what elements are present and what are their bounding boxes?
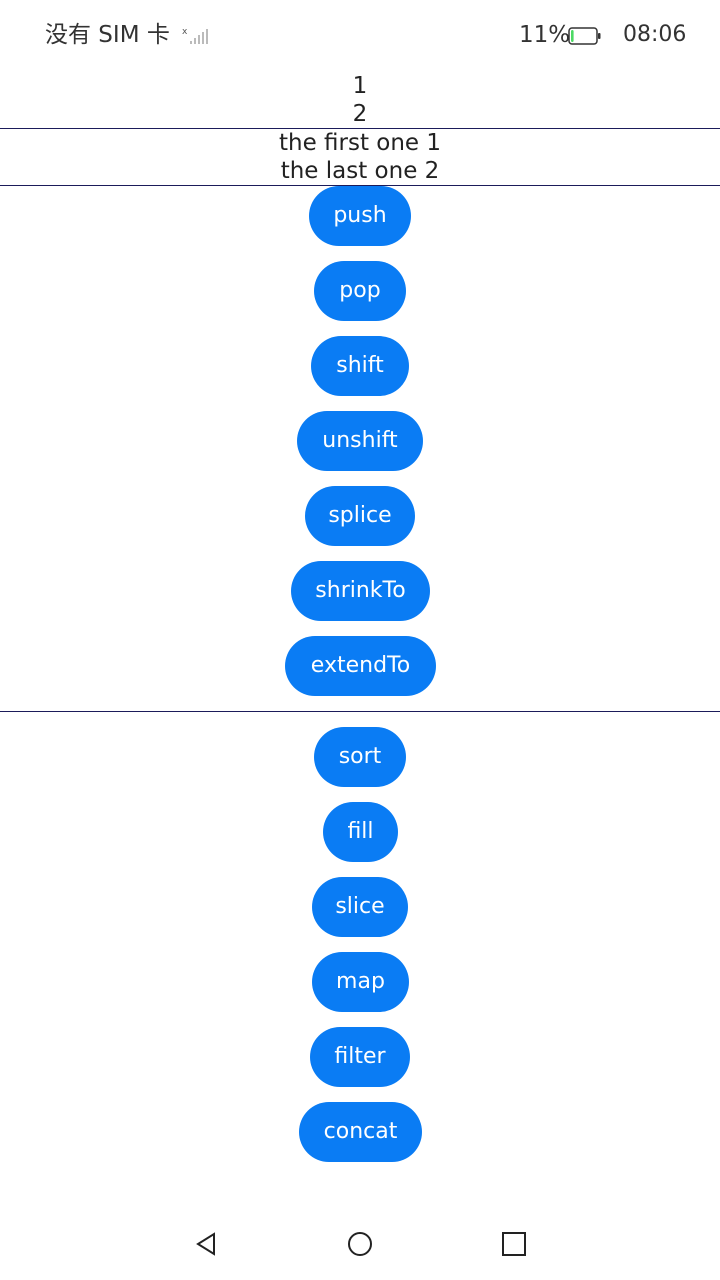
status-bar: 没有 SIM 卡 x 11% 08:06 bbox=[0, 0, 720, 72]
concat-button[interactable]: concat bbox=[299, 1102, 422, 1162]
map-button[interactable]: map bbox=[312, 952, 409, 1012]
recents-square-icon[interactable] bbox=[500, 1230, 528, 1258]
slice-button[interactable]: slice bbox=[312, 877, 408, 937]
first-item-label: the first one 1 bbox=[278, 130, 442, 156]
unshift-button[interactable]: unshift bbox=[297, 411, 423, 471]
push-button[interactable]: push bbox=[309, 186, 411, 246]
last-item-label: the last one 2 bbox=[280, 158, 440, 184]
array-item: 1 bbox=[352, 73, 368, 99]
divider bbox=[0, 711, 720, 712]
clock: 08:06 bbox=[623, 22, 687, 47]
battery-icon bbox=[568, 27, 601, 45]
shrinkto-button[interactable]: shrinkTo bbox=[291, 561, 430, 621]
extendto-button[interactable]: extendTo bbox=[285, 636, 436, 696]
splice-button[interactable]: splice bbox=[305, 486, 415, 546]
sort-button[interactable]: sort bbox=[314, 727, 406, 787]
back-triangle-icon[interactable] bbox=[193, 1230, 221, 1258]
shift-button[interactable]: shift bbox=[311, 336, 409, 396]
fill-button[interactable]: fill bbox=[323, 802, 398, 862]
carrier-label: 没有 SIM 卡 bbox=[45, 22, 170, 48]
signal-icon: x bbox=[182, 27, 208, 44]
filter-button[interactable]: filter bbox=[310, 1027, 410, 1087]
home-circle-icon[interactable] bbox=[346, 1230, 374, 1258]
battery-percent: 11% bbox=[519, 22, 571, 48]
svg-text:x: x bbox=[182, 27, 188, 37]
pop-button[interactable]: pop bbox=[314, 261, 406, 321]
array-item: 2 bbox=[352, 101, 368, 127]
